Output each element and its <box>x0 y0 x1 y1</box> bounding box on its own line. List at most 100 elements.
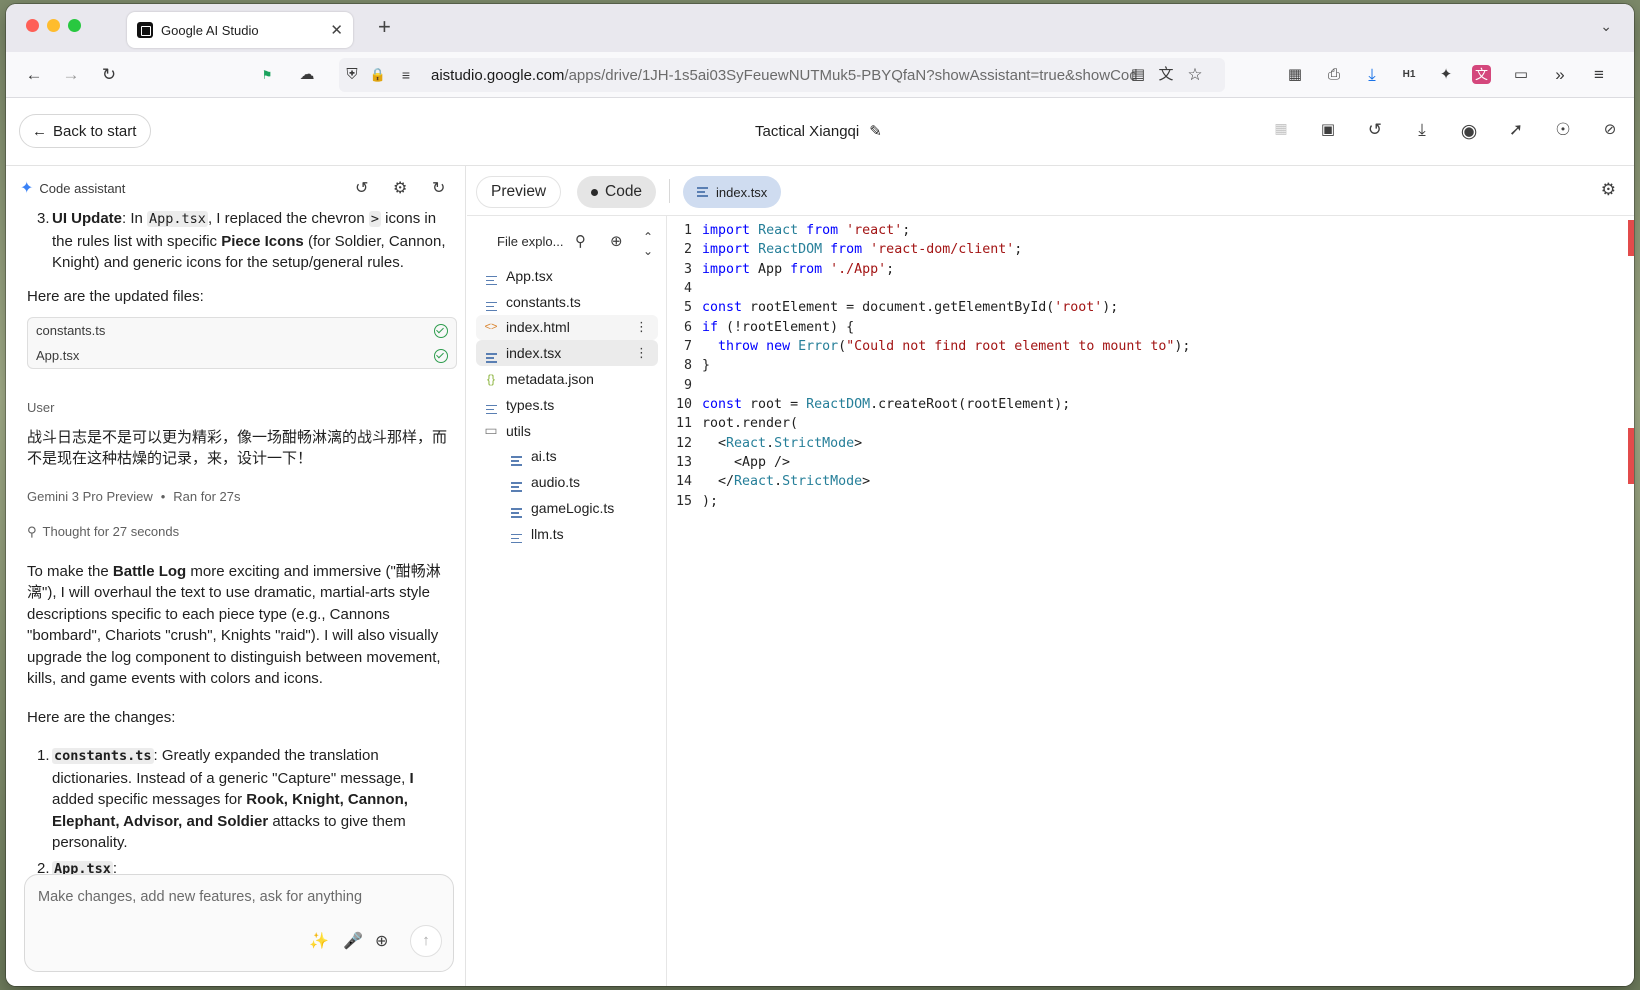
url-text[interactable]: aistudio.google.com/apps/drive/1JH-1s5ai… <box>431 67 1137 84</box>
code-text[interactable]: ); <box>702 492 718 511</box>
downloads-icon[interactable]: ⤓ <box>1361 64 1383 86</box>
code-line[interactable]: 8} <box>668 356 1190 375</box>
code-editor[interactable]: 1 import React from 'react'; 2 import React… <box>668 216 1634 986</box>
file-item[interactable]: {} metadata.json <box>476 366 658 392</box>
more-options-icon[interactable]: ⋮ <box>635 319 648 335</box>
reader-view-icon[interactable]: ▤ <box>1127 64 1149 86</box>
code-text[interactable]: <App /> <box>702 453 790 472</box>
code-text[interactable]: <React.StrictMode> <box>702 434 862 453</box>
refresh-icon[interactable]: ↻ <box>432 178 445 198</box>
code-line[interactable]: 14 </React.StrictMode> <box>668 472 1190 491</box>
thought-toggle[interactable]: ⚲ Thought for 27 seconds <box>27 521 457 543</box>
code-text[interactable]: </React.StrictMode> <box>702 472 870 491</box>
close-tab-icon[interactable]: ✕ <box>330 21 343 39</box>
more-options-icon[interactable]: ⋮ <box>635 345 648 361</box>
history-icon[interactable]: ↺ <box>1363 120 1387 140</box>
tab-list-chevron-icon[interactable]: ⌄ <box>1600 18 1612 35</box>
qr-code-icon[interactable]: ▦ <box>1284 64 1306 86</box>
search-icon[interactable]: ⚲ <box>575 232 586 250</box>
file-item[interactable]: <> index.html ⋮ <box>476 314 658 341</box>
code-text[interactable]: } <box>702 356 710 375</box>
add-file-icon[interactable]: ⊕ <box>610 232 623 250</box>
share-icon[interactable]: ☉ <box>1551 120 1575 140</box>
editor-settings-gear-icon[interactable]: ⚙ <box>1601 180 1616 200</box>
code-text[interactable]: if (!rootElement) { <box>702 318 854 337</box>
prompt-input-box[interactable]: Make changes, add new features, ask for … <box>24 874 454 972</box>
microphone-icon[interactable]: 🎤 <box>343 931 363 951</box>
open-file-tab[interactable]: index.tsx <box>683 176 782 208</box>
file-item[interactable]: constants.ts <box>476 289 658 315</box>
code-line[interactable]: 11 root.render( <box>668 414 1190 433</box>
collapse-icon[interactable]: ⌃ ⌄ <box>643 230 653 258</box>
save-icon[interactable]: ▦ <box>1269 120 1293 137</box>
bookmark-star-icon[interactable]: ☆ <box>1184 64 1206 86</box>
code-line[interactable]: 15); <box>668 492 1190 511</box>
cloud-check-icon[interactable]: ☁ <box>296 64 318 86</box>
extension-flag-icon[interactable]: ⚑ <box>256 64 278 86</box>
code-text[interactable]: throw new Error("Could not find root ele… <box>702 337 1190 356</box>
back-to-start-button[interactable]: ← Back to start <box>19 114 152 148</box>
tab-code[interactable]: Code <box>577 176 657 208</box>
clipboard-icon[interactable]: ▭ <box>1510 64 1532 86</box>
updated-file-row[interactable]: App.tsx <box>28 343 456 368</box>
file-item[interactable]: types.ts <box>476 392 658 418</box>
file-item[interactable]: App.tsx <box>476 263 658 289</box>
site-settings-icon[interactable]: ≡ <box>395 64 417 86</box>
forward-arrow-icon[interactable]: → <box>60 64 82 86</box>
file-item[interactable]: llm.ts <box>476 521 658 547</box>
file-item[interactable]: audio.ts <box>476 469 658 495</box>
code-line[interactable]: 7 throw new Error("Could not find root e… <box>668 337 1190 356</box>
code-text[interactable]: import ReactDOM from 'react-dom/client'; <box>702 240 1022 259</box>
code-text[interactable]: const root = ReactDOM.createRoot(rootEle… <box>702 395 1070 414</box>
code-lines[interactable]: 1 import React from 'react'; 2 import React… <box>668 221 1190 511</box>
file-item[interactable]: index.tsx ⋮ <box>476 340 658 367</box>
lock-icon[interactable]: 🔒 <box>367 64 389 86</box>
overflow-chevron-icon[interactable]: » <box>1549 64 1571 86</box>
code-line[interactable]: 13 <App /> <box>668 453 1190 472</box>
updated-file-row[interactable]: constants.ts <box>28 318 456 343</box>
magic-wand-icon[interactable]: ✨ <box>309 931 329 951</box>
code-line[interactable]: 4 <box>668 279 1190 298</box>
translate-extension-icon[interactable]: 文 <box>1472 65 1491 84</box>
file-item[interactable]: ai.ts <box>476 444 658 470</box>
reload-icon[interactable]: ↻ <box>98 64 120 86</box>
add-attachment-icon[interactable]: ⊕ <box>375 931 388 951</box>
code-line[interactable]: 2 import ReactDOM from 'react-dom/client'… <box>668 240 1190 259</box>
browser-tab[interactable]: Google AI Studio ✕ <box>127 12 353 48</box>
code-text[interactable]: import App from './App'; <box>702 260 894 279</box>
close-window-button[interactable] <box>26 19 39 32</box>
shield-icon[interactable]: ⛨ <box>341 64 363 86</box>
download-icon[interactable]: ⤓ <box>1410 120 1434 140</box>
code-line[interactable]: 6 if (!rootElement) { <box>668 318 1190 337</box>
chat-history[interactable]: 3. UI Update: In App.tsx, I replaced the… <box>27 208 457 880</box>
deploy-rocket-icon[interactable]: ➚ <box>1504 120 1528 140</box>
tab-preview[interactable]: Preview <box>476 176 562 208</box>
code-text[interactable]: const rootElement = document.getElementB… <box>702 298 1118 317</box>
send-button[interactable]: ↑ <box>410 925 442 957</box>
file-item[interactable]: gameLogic.ts <box>476 495 658 521</box>
new-tab-button[interactable]: + <box>378 16 391 38</box>
address-bar[interactable]: ⛨ 🔒 ≡ aistudio.google.com/apps/drive/1JH… <box>339 58 1225 92</box>
app-menu-icon[interactable]: ≡ <box>1588 64 1610 86</box>
edit-pencil-icon[interactable]: ✎ <box>869 122 882 140</box>
code-text[interactable]: import React from 'react'; <box>702 221 910 240</box>
print-icon[interactable]: ⎙ <box>1323 64 1345 86</box>
code-line[interactable]: 5 const rootElement = document.getElement… <box>668 298 1190 317</box>
minimize-window-button[interactable] <box>47 19 60 32</box>
file-item[interactable]: ▭ utils <box>476 418 658 444</box>
code-line[interactable]: 3 import App from './App'; <box>668 260 1190 279</box>
hide-panel-icon[interactable]: ⊘ <box>1598 120 1622 138</box>
chat-history-icon[interactable]: ↺ <box>355 178 368 198</box>
translate-icon[interactable]: 文 <box>1155 64 1177 86</box>
heading-extension-icon[interactable]: H1 <box>1398 64 1420 86</box>
code-line[interactable]: 9 <box>668 376 1190 395</box>
prompt-input-placeholder[interactable]: Make changes, add new features, ask for … <box>38 889 362 905</box>
code-text[interactable]: root.render( <box>702 414 798 433</box>
github-icon[interactable]: ◉ <box>1457 120 1481 143</box>
code-line[interactable]: 12 <React.StrictMode> <box>668 434 1190 453</box>
save-to-drive-icon[interactable]: ▣ <box>1316 120 1340 138</box>
code-line[interactable]: 10 const root = ReactDOM.createRoot(rootE… <box>668 395 1190 414</box>
zoom-window-button[interactable] <box>68 19 81 32</box>
code-line[interactable]: 1 import React from 'react'; <box>668 221 1190 240</box>
back-arrow-icon[interactable]: ← <box>23 64 45 86</box>
